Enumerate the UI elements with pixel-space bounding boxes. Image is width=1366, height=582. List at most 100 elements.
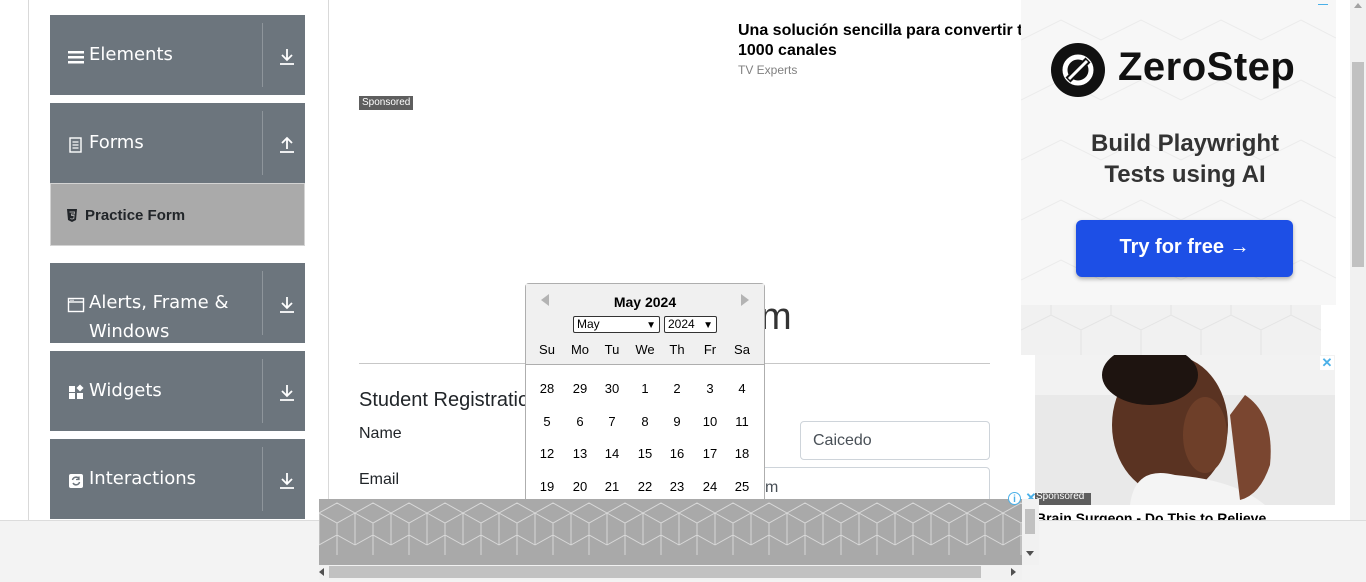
sidebar-group-title: Widgets bbox=[89, 380, 162, 401]
calendar-day[interactable]: 28 bbox=[531, 381, 563, 396]
sidebar-group-widgets[interactable]: Widgets bbox=[50, 351, 305, 431]
ad-headline-line2: 1000 canales bbox=[738, 42, 837, 59]
calendar-day[interactable]: 2 bbox=[661, 381, 693, 396]
banner-scrollbar-thumb[interactable] bbox=[1025, 509, 1035, 534]
scroll-left-arrow-icon[interactable] bbox=[319, 568, 324, 576]
sidebar-item-label: Practice Form bbox=[85, 207, 186, 224]
upload-arrow-icon[interactable] bbox=[278, 136, 296, 154]
zerostep-tagline-line1: Build Playwright bbox=[1090, 130, 1279, 157]
sidebar-left-border bbox=[28, 0, 29, 520]
chevron-down-icon: ▼ bbox=[646, 320, 656, 331]
calendar-day[interactable]: 12 bbox=[531, 446, 563, 461]
day-name-tu: Tu bbox=[604, 342, 620, 357]
month-select[interactable]: May ▼ bbox=[573, 316, 660, 333]
scroll-down-arrow-icon[interactable] bbox=[1026, 551, 1034, 556]
scroll-right-arrow-icon[interactable] bbox=[1011, 568, 1016, 576]
calendar-day[interactable]: 30 bbox=[596, 381, 628, 396]
ad-close-corner-icon[interactable] bbox=[1318, 0, 1328, 5]
calendar-day[interactable]: 25 bbox=[726, 479, 758, 494]
download-arrow-icon[interactable] bbox=[278, 384, 296, 402]
window-icon bbox=[67, 297, 85, 313]
ad-headline[interactable]: Una solución sencilla para convertir t 1… bbox=[738, 21, 1028, 61]
sidebar-group-forms[interactable]: Forms bbox=[50, 103, 305, 183]
ad-source: TV Experts bbox=[738, 63, 798, 77]
photo-ad[interactable]: Sponsored bbox=[1035, 355, 1335, 505]
datepicker: May 2024 May ▼ 2024 ▼ Su Mo Tu We Th Fr … bbox=[525, 283, 765, 505]
close-icon[interactable]: ✕ bbox=[1320, 356, 1334, 370]
month-select-value: May bbox=[577, 317, 600, 331]
calendar-day[interactable]: 24 bbox=[694, 479, 726, 494]
chevron-down-icon: ▼ bbox=[703, 320, 713, 331]
sidebar-group-title-line1: Alerts, Frame & bbox=[89, 292, 229, 313]
banner-cube-pattern bbox=[319, 502, 1022, 555]
divider bbox=[262, 23, 263, 87]
calendar-day[interactable]: 9 bbox=[661, 414, 693, 429]
ad-info-icon[interactable]: i bbox=[1008, 492, 1021, 505]
calendar-day[interactable]: 15 bbox=[629, 446, 661, 461]
bottom-banner-ad[interactable] bbox=[319, 499, 1022, 565]
day-name-th: Th bbox=[669, 342, 685, 357]
ad-photo-image bbox=[1035, 355, 1335, 505]
calendar-day[interactable]: 10 bbox=[694, 414, 726, 429]
calendar-day[interactable]: 13 bbox=[564, 446, 596, 461]
day-name-mo: Mo bbox=[570, 342, 590, 357]
sidebar-group-title: Elements bbox=[89, 44, 173, 65]
divider bbox=[262, 111, 263, 175]
widgets-icon bbox=[69, 384, 84, 399]
calendar-day[interactable]: 16 bbox=[661, 446, 693, 461]
download-arrow-icon[interactable] bbox=[278, 48, 296, 66]
day-name-fr: Fr bbox=[703, 342, 717, 357]
zerostep-tagline: Build Playwright Tests using AI bbox=[1040, 128, 1330, 190]
next-month-button[interactable] bbox=[741, 294, 749, 306]
try-for-free-button[interactable]: Try for free → bbox=[1076, 220, 1293, 277]
day-name-sa: Sa bbox=[734, 342, 750, 357]
calendar-day[interactable]: 21 bbox=[596, 479, 628, 494]
zerostep-tagline-line2: Tests using AI bbox=[1104, 161, 1266, 188]
sidebar-group-interactions[interactable]: Interactions bbox=[50, 439, 305, 519]
download-arrow-icon[interactable] bbox=[278, 472, 296, 490]
calendar-day[interactable]: 17 bbox=[694, 446, 726, 461]
calendar-day[interactable]: 5 bbox=[531, 414, 563, 429]
download-arrow-icon[interactable] bbox=[278, 296, 296, 314]
last-name-input[interactable]: Caicedo bbox=[800, 421, 990, 460]
calendar-day[interactable]: 22 bbox=[629, 479, 661, 494]
calendar-day[interactable]: 8 bbox=[629, 414, 661, 429]
page-scrollbar-thumb[interactable] bbox=[1352, 62, 1364, 267]
sidebar-group-alerts[interactable]: Alerts, Frame & Windows bbox=[50, 263, 305, 343]
list-icon bbox=[68, 51, 84, 64]
day-name-we: We bbox=[635, 342, 655, 357]
html5-icon bbox=[67, 209, 77, 222]
year-select-value: 2024 bbox=[668, 317, 695, 331]
calendar-day[interactable]: 29 bbox=[564, 381, 596, 396]
calendar-day[interactable]: 4 bbox=[726, 381, 758, 396]
calendar-day[interactable]: 3 bbox=[694, 381, 726, 396]
day-name-su: Su bbox=[539, 342, 555, 357]
sidebar-group-title-line2: Windows bbox=[89, 321, 170, 342]
calendar-day[interactable]: 18 bbox=[726, 446, 758, 461]
zerostep-logo-icon bbox=[1051, 43, 1105, 97]
document-icon bbox=[69, 137, 82, 153]
calendar-day[interactable]: 14 bbox=[596, 446, 628, 461]
calendar-day[interactable]: 7 bbox=[596, 414, 628, 429]
sidebar-group-elements[interactable]: Elements bbox=[50, 15, 305, 95]
name-label: Name bbox=[359, 425, 402, 442]
banner-horizontal-scrollbar-thumb[interactable] bbox=[329, 566, 981, 578]
banner-vertical-scrollbar[interactable] bbox=[1022, 499, 1039, 565]
interactions-icon bbox=[69, 474, 83, 488]
divider bbox=[262, 359, 263, 423]
year-select[interactable]: 2024 ▼ bbox=[664, 316, 717, 333]
datepicker-current-month: May 2024 bbox=[613, 294, 677, 310]
datepicker-header: May 2024 May ▼ 2024 ▼ Su Mo Tu We Th Fr … bbox=[526, 284, 764, 365]
calendar-day[interactable]: 20 bbox=[564, 479, 596, 494]
sidebar-item-practice-form[interactable]: Practice Form bbox=[50, 183, 305, 246]
scroll-up-arrow-icon[interactable] bbox=[1354, 3, 1362, 8]
divider bbox=[262, 271, 263, 335]
calendar-day[interactable]: 11 bbox=[726, 414, 758, 429]
calendar-day[interactable]: 6 bbox=[564, 414, 596, 429]
calendar-day[interactable]: 23 bbox=[661, 479, 693, 494]
content-left-border bbox=[328, 0, 329, 520]
sidebar-group-title: Forms bbox=[89, 132, 144, 153]
calendar-day[interactable]: 1 bbox=[629, 381, 661, 396]
calendar-day[interactable]: 19 bbox=[531, 479, 563, 494]
cube-pattern bbox=[1020, 300, 1322, 355]
